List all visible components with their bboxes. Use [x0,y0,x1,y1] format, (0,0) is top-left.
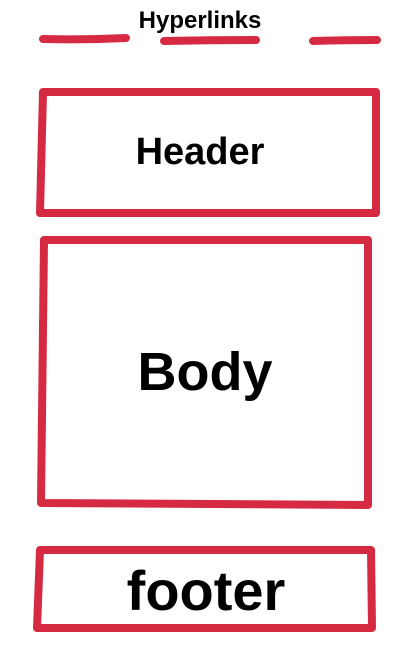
wireframe-sketch [33,34,381,632]
hyperlink-dash-1[interactable] [39,34,130,44]
header-label: Header [135,131,265,173]
hyperlinks-title: Hyperlinks [138,7,262,34]
footer-label: footer [126,559,286,622]
wireframe-canvas: Hyperlinks Header Body footer [0,0,400,650]
body-label: Body [137,342,273,402]
hyperlink-dash-2[interactable] [160,36,260,45]
hyperlink-dash-3[interactable] [309,36,381,45]
